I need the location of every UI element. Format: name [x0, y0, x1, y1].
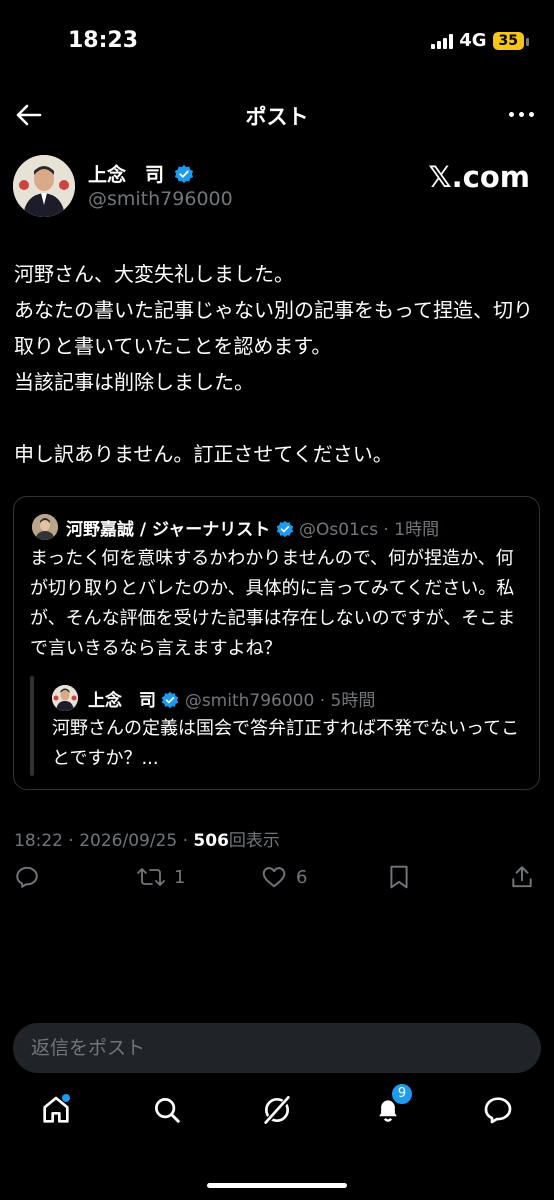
repost-icon [137, 868, 165, 886]
post-text: 河野さん、大変失礼しました。 あなたの書いた記事じゃない別の記事をもって捏造、切… [14, 262, 533, 466]
repost-count: 1 [174, 866, 186, 888]
home-indicator [207, 1183, 347, 1188]
like-button[interactable]: 6 [260, 864, 307, 890]
views-count: 506 [193, 831, 229, 851]
nested-header: 上念 司 @smith796000 · 5時間 [88, 686, 375, 711]
quote-author-name: 河野嘉誠 / ジャーナリスト [66, 520, 271, 540]
quote-author-avatar [32, 514, 58, 540]
notifications-badge: 9 [390, 1082, 414, 1106]
reply-button[interactable] [14, 864, 40, 890]
author-name-row: 上念 司 [88, 160, 194, 187]
search-icon [155, 1098, 180, 1123]
tab-grok[interactable] [257, 1090, 297, 1130]
status-indicators: 4G 35 [431, 30, 530, 51]
nested-author-avatar [52, 685, 78, 711]
status-time: 18:23 [68, 28, 139, 53]
bookmark-icon [390, 865, 408, 889]
brand-watermark: 𝕏.com [428, 160, 530, 194]
tab-notifications[interactable]: 9 [368, 1082, 414, 1130]
share-icon [512, 866, 532, 888]
bookmark-button[interactable] [387, 864, 411, 890]
views-label: 回表示 [228, 831, 280, 851]
tab-home[interactable] [36, 1090, 76, 1130]
tab-search[interactable] [147, 1090, 187, 1130]
quote-header: 河野嘉誠 / ジャーナリスト @Os01cs · 1時間 [66, 515, 439, 540]
home-new-dot [62, 1094, 70, 1102]
nested-thread-line [30, 676, 34, 776]
signal-icon [431, 33, 454, 49]
post-meta: 18:22 · 2026/09/25 · 506回表示 [14, 826, 280, 851]
author-handle[interactable]: @smith796000 [88, 188, 233, 210]
quote-text: まったく何を意味するかわかりませんので、何が捏造か、何が切り取りとバレたのか、具… [30, 548, 516, 659]
verified-badge-icon [162, 691, 179, 708]
page-title: ポスト [245, 105, 309, 129]
grok-icon [264, 1096, 291, 1124]
nested-author-handle: @smith796000 [184, 691, 315, 711]
tab-messages[interactable] [478, 1090, 518, 1130]
author-name[interactable]: 上念 司 [88, 164, 164, 186]
nested-text: 河野さんの定義は国会で答弁訂正すれば不発でないってことですか？... [52, 718, 520, 769]
reply-input[interactable]: 返信をポスト [13, 1023, 541, 1073]
messages-icon [484, 1097, 512, 1124]
nested-author-name: 上念 司 [88, 691, 156, 711]
network-label: 4G [459, 30, 487, 51]
nested-timestamp: · 5時間 [319, 691, 376, 711]
author-avatar[interactable] [13, 155, 75, 217]
quote-timestamp: · 1時間 [383, 520, 440, 540]
verified-badge-icon [276, 520, 293, 537]
like-count: 6 [296, 866, 308, 888]
share-button[interactable] [510, 864, 534, 890]
reply-icon [16, 866, 38, 888]
action-bar: 1 6 [0, 864, 554, 908]
battery-icon: 35 [492, 31, 530, 50]
quote-author-handle: @Os01cs [299, 520, 379, 540]
bottom-tab-bar: 9 [0, 1082, 554, 1146]
verified-badge-icon [174, 164, 194, 183]
post-timestamp: 18:22 · 2026/09/25 · [14, 831, 194, 851]
heart-icon [262, 867, 286, 888]
repost-button[interactable]: 1 [136, 864, 185, 890]
more-options-icon[interactable] [509, 112, 534, 117]
